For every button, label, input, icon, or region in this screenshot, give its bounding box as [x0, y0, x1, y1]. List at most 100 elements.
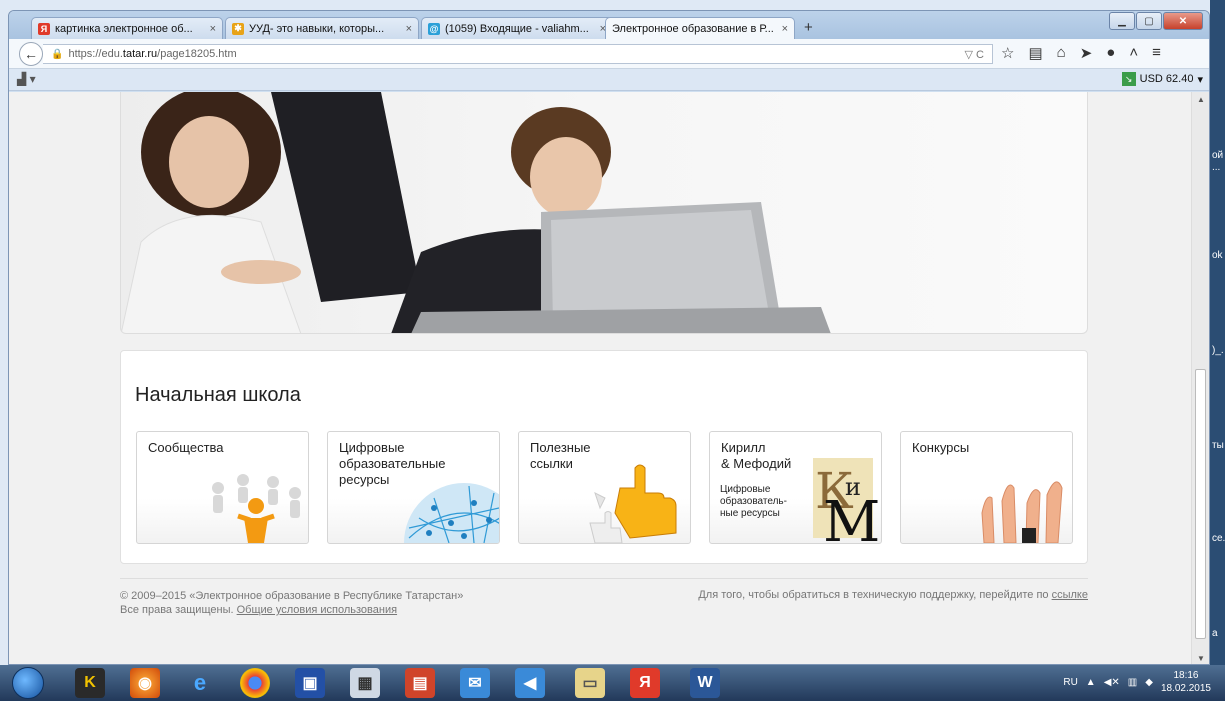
hero-banner-image [120, 92, 1088, 334]
calculator-icon[interactable]: ▦ [350, 668, 380, 698]
yandex-browser-icon[interactable]: Я [630, 668, 660, 698]
k-app-icon[interactable]: K [75, 668, 105, 698]
currency-widget[interactable]: ↘ USD 62.40 ▾ [1121, 72, 1203, 86]
presentation-icon[interactable]: ▤ [405, 668, 435, 698]
time-text: 18:16 [1173, 670, 1199, 681]
address-bar[interactable]: 🔒 https://edu. tatar.ru/page18205.htm ▽ C [43, 44, 993, 64]
back-button[interactable]: ← [19, 42, 43, 66]
volume-muted-icon[interactable]: ◀✕ [1104, 677, 1120, 688]
tab-label: Электронное образование в Р... [612, 22, 774, 35]
tab-label: (1059) Входящие - valiahm... [445, 22, 589, 35]
notification-icon[interactable]: ◆ [1145, 677, 1153, 688]
clock[interactable]: 18:16 18.02.2015 [1161, 669, 1211, 695]
edge-text: ой [1212, 150, 1224, 161]
file-manager-icon[interactable]: ▭ [575, 668, 605, 698]
card-kirill-methodius[interactable]: Кирилл & Мефодий Цифровые образователь- … [709, 431, 882, 544]
navigation-bar: ← 🔒 https://edu. tatar.ru/page18205.htm ▽… [9, 39, 1209, 69]
url-prefix: https://edu. [68, 48, 123, 60]
firefox-icon[interactable]: ◉ [130, 668, 160, 698]
edge-text: ... [1212, 162, 1221, 173]
scroll-up-icon[interactable]: ▲ [1197, 95, 1205, 104]
new-tab-button[interactable]: + [804, 19, 813, 36]
reading-list-icon[interactable]: ▤ [1028, 44, 1042, 62]
rights-text: Все права защищены. [120, 604, 234, 616]
chevron-up-icon[interactable]: ▲ [1086, 677, 1096, 688]
reload-icon[interactable]: ▽ C [965, 48, 984, 61]
scrollbar-thumb[interactable] [1195, 369, 1206, 639]
tab-uud[interactable]: ✱ УУД- это навыки, которы... × [225, 17, 419, 39]
arrow-left-icon: ← [24, 46, 38, 62]
chrome-icon[interactable] [240, 668, 270, 698]
background-window-edge: ой ... ok )_. ты ce. а [1210, 0, 1225, 665]
hand-cursor-icon [589, 464, 677, 543]
copyright-text: © 2009–2015 «Электронное образование в Р… [120, 590, 464, 602]
edge-text: ok [1212, 250, 1223, 261]
tab-yandex-search[interactable]: Я картинка электронное об... × [31, 17, 223, 39]
close-tab-icon[interactable]: × [776, 23, 788, 35]
card-digital-resources[interactable]: Цифровые образовательные ресурсы [327, 431, 500, 544]
card-contests[interactable]: Конкурсы [900, 431, 1073, 544]
close-tab-icon[interactable]: × [204, 23, 216, 35]
svg-text:М: М [823, 490, 880, 543]
close-window-button[interactable]: ✕ [1163, 12, 1203, 30]
edge-text: )_. [1212, 345, 1224, 356]
toolbar-icons: ☆ ▤ ⌂ ➤ ● ˄ ≡ [1001, 44, 1161, 62]
word-icon[interactable]: W [690, 668, 720, 698]
bookmarks-bar: ▟ ▾ ↘ USD 62.40 ▾ [9, 69, 1209, 91]
menu-icon[interactable]: ≡ [1152, 44, 1161, 62]
date-text: 18.02.2015 [1160, 683, 1211, 694]
yandex-icon: Я [38, 22, 50, 35]
km-logo-icon: К и М [813, 458, 880, 543]
start-button[interactable] [12, 667, 44, 699]
card-title: Кирилл & Мефодий [721, 440, 792, 471]
lock-icon: 🔒 [51, 48, 64, 60]
tab-active-edu[interactable]: Электронное образование в Р... × [605, 17, 795, 39]
people-circle-icon [212, 474, 301, 543]
send-icon[interactable]: ➤ [1080, 44, 1093, 62]
chart-icon: ↘ [1121, 72, 1136, 86]
save-disk-icon[interactable]: ▣ [295, 668, 325, 698]
windows-taskbar: K ◉ e ▣ ▦ ▤ ✉ ◀ ▭ Я W RU ▲ ◀✕ ▥ ◆ 18:16 … [0, 665, 1225, 701]
edge-text: ты [1212, 440, 1224, 451]
language-indicator[interactable]: RU [1063, 677, 1077, 688]
primary-school-section: Начальная школа Сообщества Цифровые обра… [120, 350, 1088, 564]
network-icon[interactable]: ▥ [1128, 677, 1137, 688]
card-title: Сообщества [148, 440, 224, 455]
support-link[interactable]: ссылке [1052, 589, 1088, 601]
tab-mail[interactable]: @ (1059) Входящие - valiahm... × [421, 17, 613, 39]
tab-label: УУД- это навыки, которы... [249, 22, 385, 35]
chevron-down-icon: ▾ [1197, 73, 1203, 86]
chat-icon[interactable]: ● [1106, 44, 1115, 62]
mail-app-icon[interactable]: ✉ [460, 668, 490, 698]
footer-right: Для того, чтобы обратиться в техническую… [698, 589, 1088, 601]
scroll-down-icon[interactable]: ▼ [1197, 654, 1205, 663]
mail-icon: @ [428, 22, 440, 35]
window-controls: ▁ ▢ ✕ [1109, 12, 1203, 30]
home-icon[interactable]: ⌂ [1057, 44, 1066, 62]
card-useful-links[interactable]: Полезные ссылки [518, 431, 691, 544]
internet-explorer-icon[interactable]: e [185, 668, 215, 698]
card-subtitle: Цифровые образователь- ные ресурсы [720, 484, 787, 519]
card-title: Конкурсы [912, 440, 970, 455]
edge-text: а [1212, 628, 1218, 639]
url-path: /page18205.htm [157, 48, 237, 60]
system-tray: RU ▲ ◀✕ ▥ ◆ 18:16 18.02.2015 [1063, 669, 1211, 695]
card-communities[interactable]: Сообщества [136, 431, 309, 544]
speaker-icon[interactable]: ◀ [515, 668, 545, 698]
globe-network-icon [404, 483, 499, 543]
url-domain: tatar.ru [122, 48, 158, 60]
currency-label: USD 62.40 [1139, 73, 1194, 85]
browser-window: Я картинка электронное об... × ✱ УУД- эт… [8, 10, 1210, 665]
maximize-button[interactable]: ▢ [1136, 12, 1162, 30]
terms-link[interactable]: Общие условия использования [237, 604, 397, 616]
footer-divider [120, 578, 1088, 579]
page-content: Начальная школа Сообщества Цифровые обра… [9, 92, 1193, 664]
tab-bar: Я картинка электронное об... × ✱ УУД- эт… [9, 11, 1209, 39]
tab-label: картинка электронное об... [55, 22, 193, 35]
vertical-scrollbar[interactable]: ▲ ▼ [1191, 92, 1209, 664]
minimize-button[interactable]: ▁ [1109, 12, 1135, 30]
bookmark-star-icon[interactable]: ☆ [1001, 44, 1014, 62]
close-tab-icon[interactable]: × [400, 23, 412, 35]
chevron-up-icon[interactable]: ˄ [1129, 44, 1138, 62]
page-actions-icon[interactable]: ▟ ▾ [17, 72, 36, 86]
